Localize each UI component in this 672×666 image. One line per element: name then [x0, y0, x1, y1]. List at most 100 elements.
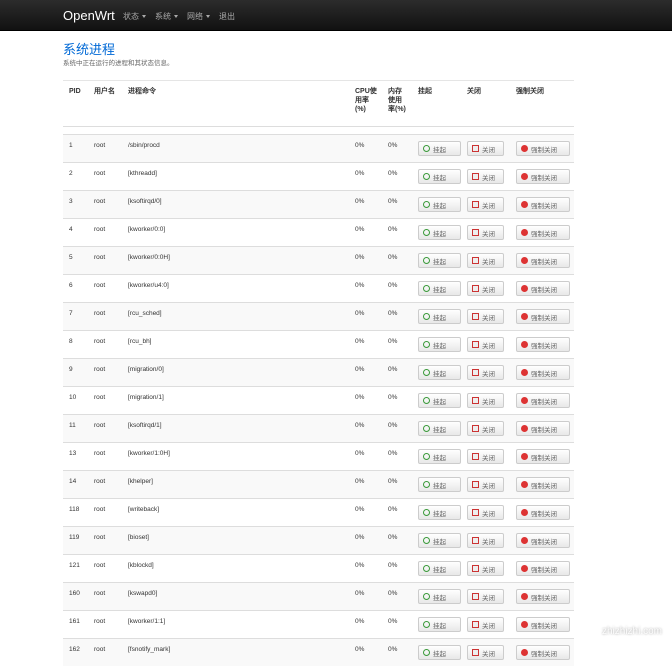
close-button[interactable]: 关闭	[467, 253, 504, 268]
kill-button[interactable]: 强制关闭	[516, 645, 570, 660]
table-row: 8 root [rcu_bh] 0% 0% 挂起 关闭 强制关闭	[63, 330, 574, 358]
cell-cpu: 0%	[355, 618, 365, 625]
close-button[interactable]: 关闭	[467, 421, 504, 436]
close-button[interactable]: 关闭	[467, 589, 504, 604]
kill-button[interactable]: 强制关闭	[516, 393, 570, 408]
stop-icon	[521, 593, 528, 600]
header-hang: 挂起	[418, 88, 432, 95]
close-icon	[472, 649, 479, 656]
hang-button[interactable]: 挂起	[418, 645, 461, 660]
close-button[interactable]: 关闭	[467, 561, 504, 576]
menu-logout[interactable]: 退出	[219, 11, 235, 22]
kill-button[interactable]: 强制关闭	[516, 533, 570, 548]
close-button[interactable]: 关闭	[467, 309, 504, 324]
hang-button[interactable]: 挂起	[418, 533, 461, 548]
kill-button[interactable]: 强制关闭	[516, 225, 570, 240]
kill-button[interactable]: 强制关闭	[516, 281, 570, 296]
close-button-label: 关闭	[482, 147, 495, 154]
refresh-icon	[423, 453, 430, 460]
hang-button[interactable]: 挂起	[418, 505, 461, 520]
close-button[interactable]: 关闭	[467, 141, 504, 156]
close-button[interactable]: 关闭	[467, 169, 504, 184]
close-button[interactable]: 关闭	[467, 617, 504, 632]
cell-user: root	[94, 450, 106, 457]
top-navbar: OpenWrt 状态 系统 网络 退出	[0, 0, 672, 31]
kill-button-label: 强制关闭	[531, 427, 557, 434]
kill-button[interactable]: 强制关闭	[516, 561, 570, 576]
cell-mem: 0%	[388, 338, 398, 345]
cell-command: [rcu_sched]	[128, 310, 162, 317]
kill-button[interactable]: 强制关闭	[516, 169, 570, 184]
menu-status[interactable]: 状态	[123, 11, 146, 22]
cell-user: root	[94, 422, 106, 429]
cell-command: [rcu_bh]	[128, 338, 152, 345]
close-button[interactable]: 关闭	[467, 533, 504, 548]
close-button-label: 关闭	[482, 623, 495, 630]
brand-logo[interactable]: OpenWrt	[63, 8, 115, 23]
hang-button[interactable]: 挂起	[418, 421, 461, 436]
hang-button[interactable]: 挂起	[418, 393, 461, 408]
kill-button-label: 强制关闭	[531, 483, 557, 490]
cell-cpu: 0%	[355, 590, 365, 597]
close-button[interactable]: 关闭	[467, 365, 504, 380]
table-row: 10 root [migration/1] 0% 0% 挂起 关闭 强制关闭	[63, 386, 574, 414]
hang-button[interactable]: 挂起	[418, 561, 461, 576]
hang-button[interactable]: 挂起	[418, 337, 461, 352]
kill-button[interactable]: 强制关闭	[516, 197, 570, 212]
close-button[interactable]: 关闭	[467, 197, 504, 212]
kill-button[interactable]: 强制关闭	[516, 337, 570, 352]
hang-button[interactable]: 挂起	[418, 477, 461, 492]
kill-button[interactable]: 强制关闭	[516, 617, 570, 632]
kill-button[interactable]: 强制关闭	[516, 309, 570, 324]
hang-button[interactable]: 挂起	[418, 141, 461, 156]
menu-network[interactable]: 网络	[187, 11, 210, 22]
hang-button[interactable]: 挂起	[418, 197, 461, 212]
kill-button[interactable]: 强制关闭	[516, 253, 570, 268]
kill-button[interactable]: 强制关闭	[516, 421, 570, 436]
cell-user: root	[94, 282, 106, 289]
close-icon	[472, 229, 479, 236]
cell-pid: 3	[69, 198, 73, 205]
kill-button-label: 强制关闭	[531, 287, 557, 294]
close-button[interactable]: 关闭	[467, 449, 504, 464]
cell-cpu: 0%	[355, 478, 365, 485]
hang-button-label: 挂起	[433, 427, 446, 434]
hang-button[interactable]: 挂起	[418, 253, 461, 268]
close-icon	[472, 565, 479, 572]
hang-button[interactable]: 挂起	[418, 169, 461, 184]
close-button[interactable]: 关闭	[467, 225, 504, 240]
cell-cpu: 0%	[355, 562, 365, 569]
close-button[interactable]: 关闭	[467, 393, 504, 408]
hang-button[interactable]: 挂起	[418, 365, 461, 380]
cell-mem: 0%	[388, 422, 398, 429]
close-button[interactable]: 关闭	[467, 645, 504, 660]
cell-cpu: 0%	[355, 646, 365, 653]
hang-button-label: 挂起	[433, 287, 446, 294]
hang-button-label: 挂起	[433, 399, 446, 406]
stop-icon	[521, 285, 528, 292]
page-description: 系统中正在运行的进程和其状态信息。	[63, 60, 174, 67]
hang-button[interactable]: 挂起	[418, 617, 461, 632]
close-button[interactable]: 关闭	[467, 505, 504, 520]
kill-button-label: 强制关闭	[531, 175, 557, 182]
kill-button[interactable]: 强制关闭	[516, 477, 570, 492]
close-button-label: 关闭	[482, 399, 495, 406]
kill-button[interactable]: 强制关闭	[516, 141, 570, 156]
close-icon	[472, 313, 479, 320]
hang-button[interactable]: 挂起	[418, 449, 461, 464]
kill-button[interactable]: 强制关闭	[516, 589, 570, 604]
cell-cpu: 0%	[355, 226, 365, 233]
kill-button[interactable]: 强制关闭	[516, 505, 570, 520]
hang-button[interactable]: 挂起	[418, 225, 461, 240]
table-row: 121 root [kblockd] 0% 0% 挂起 关闭 强制关闭	[63, 554, 574, 582]
hang-button[interactable]: 挂起	[418, 281, 461, 296]
menu-system[interactable]: 系统	[155, 11, 178, 22]
close-button[interactable]: 关闭	[467, 281, 504, 296]
kill-button[interactable]: 强制关闭	[516, 449, 570, 464]
hang-button-label: 挂起	[433, 175, 446, 182]
kill-button[interactable]: 强制关闭	[516, 365, 570, 380]
hang-button[interactable]: 挂起	[418, 309, 461, 324]
hang-button[interactable]: 挂起	[418, 589, 461, 604]
close-button[interactable]: 关闭	[467, 477, 504, 492]
close-button[interactable]: 关闭	[467, 337, 504, 352]
